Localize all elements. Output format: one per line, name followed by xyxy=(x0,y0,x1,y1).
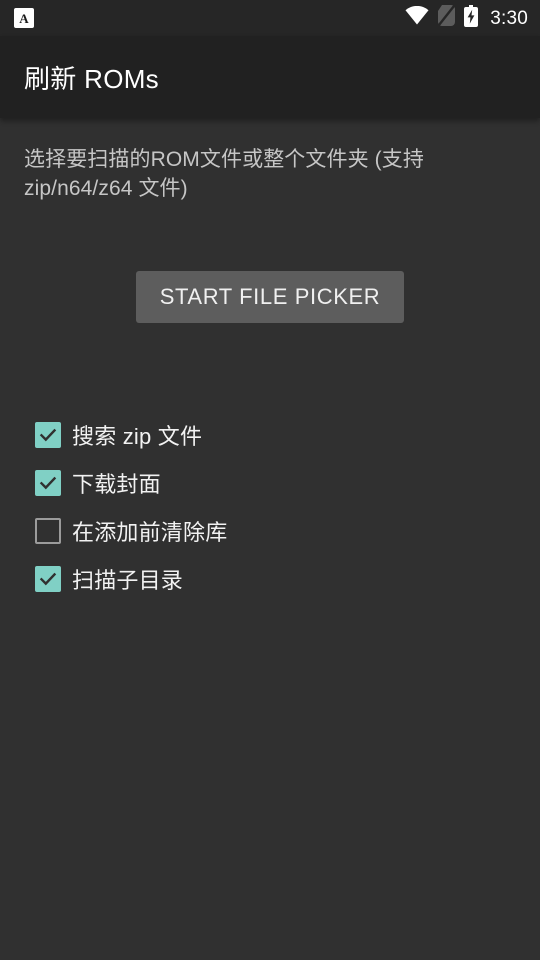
options-list: 搜索 zip 文件 下载封面 在添加前清除库 扫描子目录 xyxy=(0,411,540,603)
option-label-search-zip: 搜索 zip 文件 xyxy=(72,424,203,449)
check-icon xyxy=(39,572,57,586)
option-label-download-covers: 下载封面 xyxy=(72,472,161,497)
status-bar-right: 3:30 xyxy=(405,4,528,32)
checkbox-search-zip[interactable] xyxy=(35,422,61,448)
battery-charging-icon xyxy=(464,4,479,32)
start-file-picker-button[interactable]: START FILE PICKER xyxy=(135,271,405,323)
no-sim-card-icon xyxy=(438,5,456,31)
check-icon xyxy=(39,428,57,442)
wifi-full-icon xyxy=(405,5,429,30)
option-label-clear-library: 在添加前清除库 xyxy=(72,520,228,545)
main-content: 选择要扫描的ROM文件或整个文件夹 (支持 zip/n64/z64 文件) ST… xyxy=(0,118,540,960)
checkbox-scan-subdirectories[interactable] xyxy=(35,566,61,592)
app-screen: A 3:30 刷新 ROMs 选择要扫描的ROM文件或整个文件夹 (支持 zip… xyxy=(0,0,540,960)
option-row-search-zip[interactable]: 搜索 zip 文件 xyxy=(0,411,540,459)
app-notification-icon: A xyxy=(14,8,34,28)
checkbox-download-covers[interactable] xyxy=(35,470,61,496)
option-row-clear-library[interactable]: 在添加前清除库 xyxy=(0,507,540,555)
status-bar: A 3:30 xyxy=(0,0,540,36)
app-bar: 刷新 ROMs xyxy=(0,36,540,118)
page-title: 刷新 ROMs xyxy=(24,63,159,94)
primary-button-container: START FILE PICKER xyxy=(0,271,540,323)
checkbox-clear-library[interactable] xyxy=(35,518,61,544)
option-row-scan-subdirectories[interactable]: 扫描子目录 xyxy=(0,555,540,603)
option-label-scan-subdirectories: 扫描子目录 xyxy=(72,568,184,593)
option-row-download-covers[interactable]: 下载封面 xyxy=(0,459,540,507)
check-icon xyxy=(39,476,57,490)
status-bar-clock: 3:30 xyxy=(490,7,528,29)
instruction-text: 选择要扫描的ROM文件或整个文件夹 (支持 zip/n64/z64 文件) xyxy=(24,148,424,200)
status-bar-left: A xyxy=(14,8,34,28)
